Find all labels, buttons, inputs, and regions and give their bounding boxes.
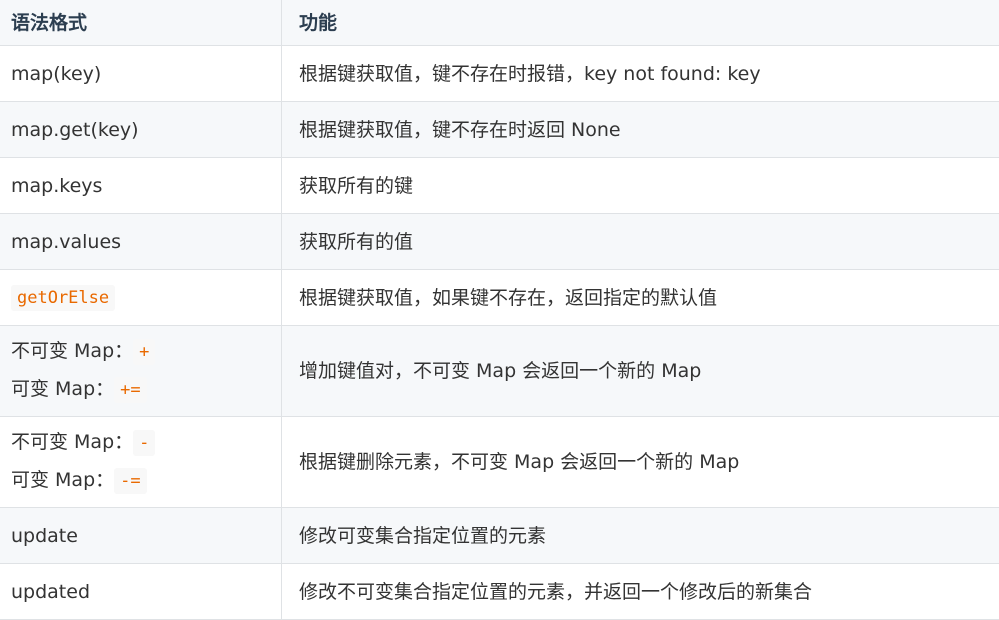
table-row: 不可变 Map：+ 可变 Map：+= 增加键值对，不可变 Map 会返回一个新… bbox=[0, 326, 999, 417]
syntax-line: 可变 Map：+= bbox=[11, 371, 281, 409]
function-cell: 修改不可变集合指定位置的元素，并返回一个修改后的新集合 bbox=[282, 564, 999, 620]
syntax-line: 不可变 Map：- bbox=[11, 424, 281, 462]
code-plus-equals: += bbox=[114, 377, 146, 403]
mutable-label: 可变 Map： bbox=[11, 469, 114, 491]
syntax-cell: getOrElse bbox=[0, 270, 282, 326]
syntax-cell: 不可变 Map：- 可变 Map：-= bbox=[0, 417, 282, 508]
function-cell: 增加键值对，不可变 Map 会返回一个新的 Map bbox=[282, 326, 999, 417]
table-row: update 修改可变集合指定位置的元素 bbox=[0, 508, 999, 564]
function-cell: 根据键获取值，键不存在时返回 None bbox=[282, 102, 999, 158]
function-cell: 获取所有的键 bbox=[282, 158, 999, 214]
function-cell: 根据键删除元素，不可变 Map 会返回一个新的 Map bbox=[282, 417, 999, 508]
mutable-label: 可变 Map： bbox=[11, 378, 114, 400]
syntax-cell: map.get(key) bbox=[0, 102, 282, 158]
table-row: map.get(key) 根据键获取值，键不存在时返回 None bbox=[0, 102, 999, 158]
syntax-cell: map.values bbox=[0, 214, 282, 270]
function-cell: 修改可变集合指定位置的元素 bbox=[282, 508, 999, 564]
table-header-row: 语法格式 功能 bbox=[0, 0, 999, 46]
table-row: map.values 获取所有的值 bbox=[0, 214, 999, 270]
syntax-cell: 不可变 Map：+ 可变 Map：+= bbox=[0, 326, 282, 417]
syntax-cell: update bbox=[0, 508, 282, 564]
table-row: updated 修改不可变集合指定位置的元素，并返回一个修改后的新集合 bbox=[0, 564, 999, 620]
immutable-label: 不可变 Map： bbox=[11, 340, 133, 362]
syntax-cell: updated bbox=[0, 564, 282, 620]
function-cell: 根据键获取值，如果键不存在，返回指定的默认值 bbox=[282, 270, 999, 326]
table-row: map.keys 获取所有的键 bbox=[0, 158, 999, 214]
immutable-label: 不可变 Map： bbox=[11, 431, 133, 453]
syntax-cell: map.keys bbox=[0, 158, 282, 214]
code-plus: + bbox=[133, 339, 155, 365]
header-function: 功能 bbox=[282, 0, 999, 46]
code-getorelse: getOrElse bbox=[11, 285, 115, 311]
table-row: 不可变 Map：- 可变 Map：-= 根据键删除元素，不可变 Map 会返回一… bbox=[0, 417, 999, 508]
table-row: map(key) 根据键获取值，键不存在时报错，key not found: k… bbox=[0, 46, 999, 102]
syntax-cell: map(key) bbox=[0, 46, 282, 102]
function-cell: 根据键获取值，键不存在时报错，key not found: key bbox=[282, 46, 999, 102]
function-cell: 获取所有的值 bbox=[282, 214, 999, 270]
header-syntax: 语法格式 bbox=[0, 0, 282, 46]
code-minus-equals: -= bbox=[114, 468, 146, 494]
syntax-line: 可变 Map：-= bbox=[11, 462, 281, 500]
syntax-line: 不可变 Map：+ bbox=[11, 333, 281, 371]
map-operations-table: 语法格式 功能 map(key) 根据键获取值，键不存在时报错，key not … bbox=[0, 0, 999, 620]
code-minus: - bbox=[133, 430, 155, 456]
table-row: getOrElse 根据键获取值，如果键不存在，返回指定的默认值 bbox=[0, 270, 999, 326]
